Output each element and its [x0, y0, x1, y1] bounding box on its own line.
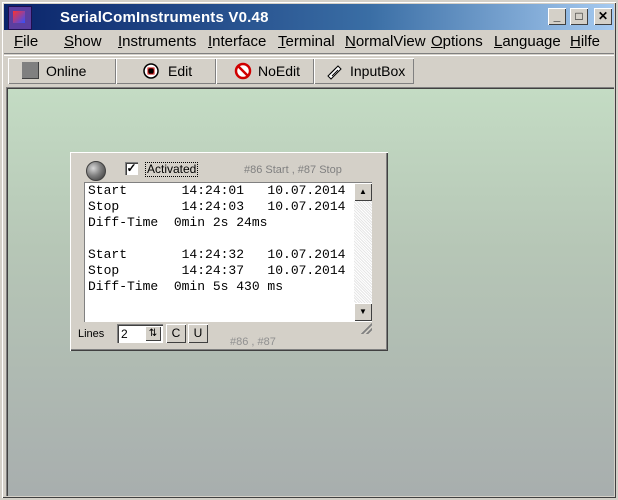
menu-language-label: anguage	[502, 33, 561, 50]
no-edit-icon	[234, 62, 252, 80]
menu-instruments[interactable]: Instruments	[118, 33, 196, 50]
spin-arrows-icon[interactable]: ⇅	[145, 326, 161, 341]
menu-normalview[interactable]: NormalView	[345, 33, 426, 50]
log-text: Start 14:24:01 10.07.2014 Stop 14:24:03 …	[88, 183, 346, 294]
menu-show-accel: S	[64, 33, 75, 50]
menu-hilfe[interactable]: Hilfe	[570, 33, 600, 50]
clear-button[interactable]: C	[166, 324, 186, 343]
maximize-button[interactable]: □	[570, 8, 588, 25]
minimize-button[interactable]: _	[548, 8, 566, 25]
log-textbox[interactable]: Start 14:24:01 10.07.2014 Stop 14:24:03 …	[84, 182, 372, 322]
online-label: Online	[46, 63, 87, 79]
menu-interface-label: nterface	[212, 33, 267, 50]
resize-grip-icon[interactable]	[358, 320, 372, 334]
menu-language[interactable]: Language	[494, 33, 561, 50]
gray-square-icon	[22, 62, 39, 79]
edit-button[interactable]: Edit	[116, 58, 216, 84]
edit-icon	[143, 63, 159, 79]
close-button[interactable]: ✕	[594, 8, 612, 25]
menu-file-label: ile	[23, 33, 39, 50]
menu-file-accel: F	[14, 33, 24, 50]
menu-normalview-accel: N	[345, 33, 356, 50]
window-title: SerialComInstruments V0.48	[60, 9, 269, 26]
instrument-panel[interactable]: ✓ Activated #86 Start , #87 Stop Start 1…	[70, 152, 388, 351]
app-icon[interactable]	[8, 6, 32, 30]
scroll-up-button[interactable]: ▲	[354, 183, 372, 201]
topic-label: #86 Start , #87 Stop	[244, 164, 342, 176]
menu-show-label: how	[74, 33, 102, 50]
app-window: SerialComInstruments V0.48 _ □ ✕ File Sh…	[0, 0, 618, 500]
activated-checkbox[interactable]: ✓	[125, 162, 138, 175]
menu-terminal[interactable]: Terminal	[278, 33, 335, 50]
toolbar: Online Edit NoEdit InputBox	[4, 55, 614, 86]
lines-spin-input[interactable]: 2 ⇅	[117, 324, 163, 343]
menu-options-accel: O	[431, 33, 443, 50]
menu-options-label: ptions	[442, 33, 483, 50]
lines-value: 2	[121, 327, 128, 341]
menu-hilfe-accel: H	[570, 33, 581, 50]
menu-terminal-accel: T	[278, 33, 286, 50]
menu-instruments-label: nstruments	[122, 33, 197, 50]
inputbox-button[interactable]: InputBox	[314, 58, 414, 84]
noedit-button[interactable]: NoEdit	[216, 58, 314, 84]
menu-bar: File Show Instruments Interface Terminal…	[4, 31, 614, 54]
footer-topic-label: #86 , #87	[230, 336, 276, 348]
menu-terminal-label: erminal	[285, 33, 335, 50]
menu-hilfe-label: ilfe	[580, 33, 601, 50]
menu-show[interactable]: Show	[64, 33, 102, 50]
status-led-icon	[86, 161, 106, 181]
noedit-label: NoEdit	[258, 63, 301, 79]
activated-label[interactable]: Activated	[145, 162, 199, 177]
menu-interface[interactable]: Interface	[208, 33, 266, 50]
menu-normalview-label: ormalView	[355, 33, 426, 50]
scroll-down-button[interactable]: ▼	[354, 303, 372, 321]
menu-file[interactable]: File	[14, 33, 38, 50]
vertical-scrollbar[interactable]: ▲ ▼	[354, 183, 372, 321]
online-button[interactable]: Online	[8, 58, 116, 84]
input-box-icon	[327, 65, 342, 80]
lines-label: Lines	[78, 328, 105, 340]
edit-label: Edit	[168, 63, 193, 79]
inputbox-label: InputBox	[350, 63, 406, 79]
menu-options[interactable]: Options	[431, 33, 483, 50]
u-button[interactable]: U	[188, 324, 208, 343]
title-bar[interactable]: SerialComInstruments V0.48 _ □ ✕	[4, 4, 614, 30]
